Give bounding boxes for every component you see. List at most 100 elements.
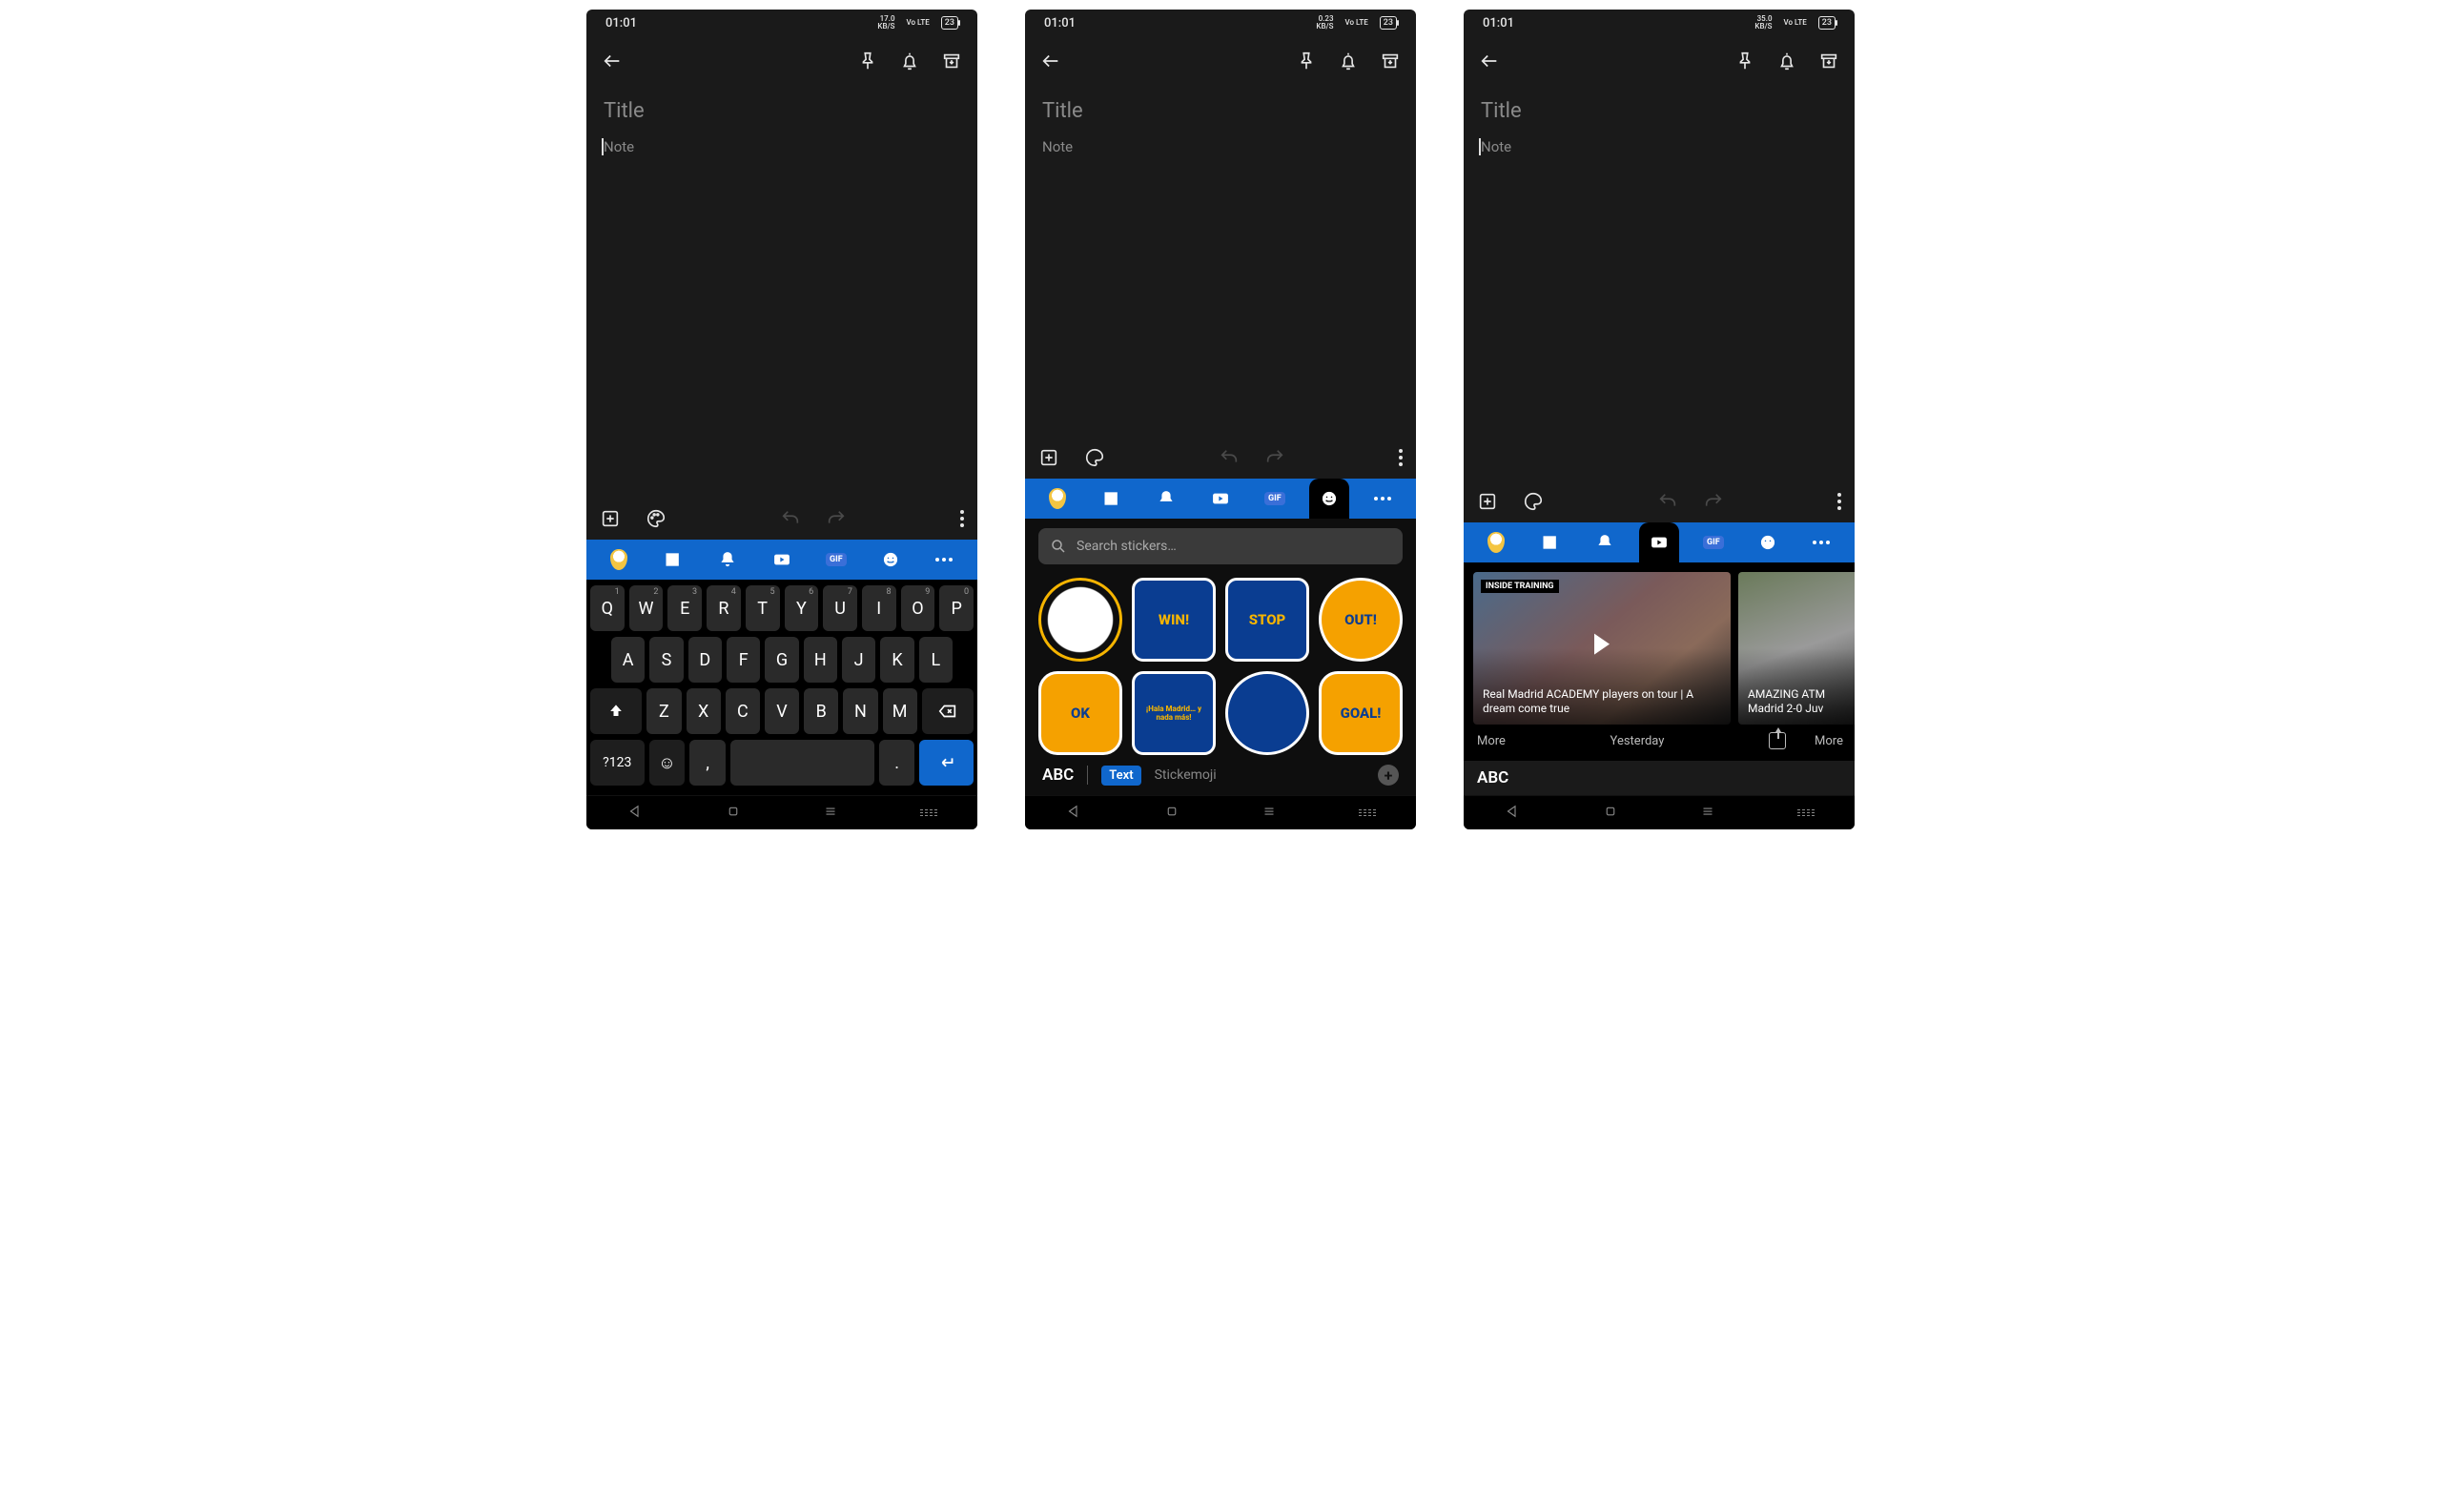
back-icon[interactable] [1040,51,1061,72]
nav-home-icon[interactable] [1163,803,1180,824]
video-card-1[interactable]: INSIDE TRAINING Real Madrid ACADEMY play… [1473,572,1731,725]
nav-recent-icon[interactable] [822,803,839,824]
symbols-key[interactable]: ?123 [590,740,645,786]
key-i[interactable]: I [862,585,896,631]
undo-icon[interactable] [1657,491,1678,512]
sticker-goal[interactable]: GOAL! [1319,671,1403,755]
tab-news[interactable] [653,540,693,580]
redo-icon[interactable] [1264,447,1285,468]
more-icon[interactable] [1399,449,1403,466]
palette-icon[interactable] [1523,491,1544,512]
undo-icon[interactable] [1219,447,1240,468]
key-r[interactable]: R [707,585,741,631]
title-input[interactable]: Title [604,99,960,123]
more-icon[interactable] [960,510,964,527]
key-z[interactable]: Z [646,688,681,734]
sticker-round[interactable] [1225,671,1309,755]
tab-video[interactable] [1639,522,1679,562]
nav-keyboard-icon[interactable] [1359,809,1376,816]
key-s[interactable]: S [649,637,683,683]
reminder-icon[interactable] [899,51,920,72]
more-icon[interactable] [1837,493,1841,510]
key-l[interactable]: L [919,637,953,683]
comma-key[interactable]: , [689,740,726,786]
tab-news[interactable] [1092,479,1132,519]
more-link-1[interactable]: More [1477,734,1506,748]
title-input[interactable]: Title [1481,99,1837,123]
stickemoji-tab[interactable]: Stickemoji [1155,767,1217,783]
nav-home-icon[interactable] [725,803,742,824]
key-d[interactable]: D [688,637,722,683]
text-tab[interactable]: Text [1101,766,1140,786]
tab-gif[interactable]: GIF [1255,479,1295,519]
key-a[interactable]: A [611,637,645,683]
pin-icon[interactable] [1296,51,1317,72]
sticker-stop[interactable]: STOP [1225,578,1309,662]
space-key[interactable] [730,740,874,786]
sticker-out[interactable]: OUT! [1319,578,1403,662]
note-input[interactable]: Note [604,138,960,155]
emoji-key[interactable]: ☺ [649,740,686,786]
archive-icon[interactable] [1818,51,1839,72]
tab-stickers[interactable] [1309,479,1349,519]
tab-video[interactable] [1200,479,1241,519]
redo-icon[interactable] [826,508,847,529]
key-n[interactable]: N [843,688,877,734]
tab-gif[interactable]: GIF [816,540,856,580]
archive-icon[interactable] [1380,51,1401,72]
sticker-crest[interactable] [1038,578,1122,662]
add-box-icon[interactable] [1038,447,1059,468]
pin-icon[interactable] [857,51,878,72]
redo-icon[interactable] [1703,491,1724,512]
key-w[interactable]: W [629,585,664,631]
back-icon[interactable] [1479,51,1500,72]
reminder-icon[interactable] [1776,51,1797,72]
reminder-icon[interactable] [1338,51,1359,72]
note-input[interactable]: Note [1481,138,1837,155]
tab-bell[interactable] [1585,522,1625,562]
tab-crest[interactable] [1037,479,1077,519]
key-c[interactable]: C [726,688,760,734]
key-k[interactable]: K [880,637,913,683]
note-input[interactable]: Note [1042,138,1399,155]
title-input[interactable]: Title [1042,99,1399,123]
sticker-hala[interactable]: ¡Hala Madrid… y nada más! [1132,671,1216,755]
key-q[interactable]: Q [590,585,625,631]
add-box-icon[interactable] [600,508,621,529]
nav-back-icon[interactable] [1065,803,1082,824]
tab-bell[interactable] [708,540,748,580]
enter-key[interactable] [919,740,974,786]
video-card-2[interactable]: AMAZING ATM Madrid 2-0 Juv [1738,572,1855,725]
back-icon[interactable] [602,51,623,72]
abc-button[interactable]: ABC [1464,761,1855,795]
nav-back-icon[interactable] [1504,803,1521,824]
nav-keyboard-icon[interactable] [1797,809,1815,816]
nav-back-icon[interactable] [626,803,644,824]
key-u[interactable]: U [823,585,857,631]
share-icon[interactable] [1769,732,1786,749]
key-g[interactable]: G [765,637,798,683]
key-e[interactable]: E [667,585,702,631]
tab-more[interactable] [1363,479,1403,519]
nav-recent-icon[interactable] [1261,803,1278,824]
tab-news[interactable] [1530,522,1570,562]
tab-bell[interactable] [1146,479,1186,519]
key-x[interactable]: X [687,688,721,734]
add-box-icon[interactable] [1477,491,1498,512]
key-j[interactable]: J [842,637,875,683]
backspace-key[interactable] [922,688,974,734]
key-p[interactable]: P [939,585,974,631]
key-b[interactable]: B [804,688,838,734]
sticker-win[interactable]: WIN! [1132,578,1216,662]
more-link-2[interactable]: More [1815,734,1843,748]
tab-video[interactable] [762,540,802,580]
key-v[interactable]: V [765,688,799,734]
period-key[interactable]: . [879,740,915,786]
add-pack-button[interactable]: + [1378,765,1399,786]
nav-home-icon[interactable] [1602,803,1619,824]
nav-recent-icon[interactable] [1699,803,1716,824]
tab-stickers[interactable] [1748,522,1788,562]
search-input[interactable]: Search stickers… [1038,528,1403,564]
key-m[interactable]: M [883,688,917,734]
key-y[interactable]: Y [785,585,819,631]
